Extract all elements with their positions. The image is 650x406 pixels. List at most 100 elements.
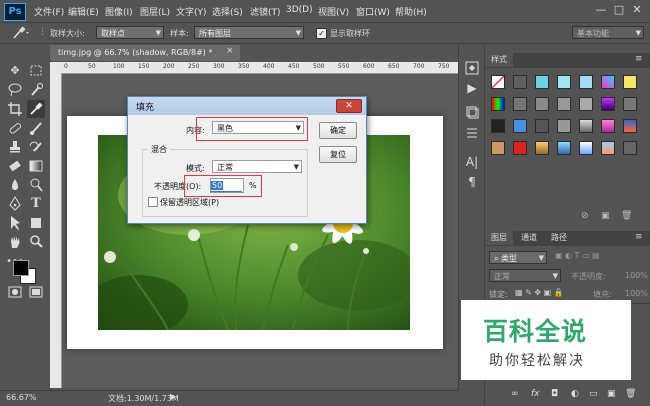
- adjustment-layer-icon[interactable]: ◐: [571, 389, 579, 399]
- menu-select[interactable]: 选择(S): [212, 5, 243, 18]
- screen-mode-icon[interactable]: [29, 286, 43, 298]
- style-swatch[interactable]: [579, 141, 593, 155]
- style-swatch[interactable]: [623, 75, 637, 89]
- tab-styles[interactable]: 样式: [485, 53, 513, 67]
- actions-panel-icon[interactable]: ▶: [465, 81, 479, 95]
- paragraph-panel-icon[interactable]: ¶: [465, 175, 479, 189]
- hand-tool-icon[interactable]: [6, 233, 24, 251]
- style-swatch[interactable]: [601, 119, 615, 133]
- panel-menu-icon[interactable]: ≡: [635, 232, 643, 242]
- style-swatch[interactable]: [601, 97, 615, 111]
- zoom-level[interactable]: 66.67%: [6, 393, 37, 402]
- zoom-tool-icon[interactable]: [27, 233, 45, 251]
- show-ring-checkbox[interactable]: ✓: [316, 28, 327, 39]
- menu-layer[interactable]: 图层(L): [140, 5, 170, 18]
- workspace-select[interactable]: 基本功能 ▼: [572, 26, 644, 39]
- quick-mask-icon[interactable]: [8, 286, 22, 298]
- character-panel-icon[interactable]: A|: [465, 155, 479, 169]
- menu-view[interactable]: 视图(V): [318, 5, 349, 18]
- healing-brush-tool-icon[interactable]: [6, 119, 24, 137]
- crop-tool-icon[interactable]: [6, 100, 24, 118]
- style-swatch[interactable]: [557, 97, 571, 111]
- sample-size-select[interactable]: 取样点 ▼: [96, 26, 164, 39]
- delete-style-icon[interactable]: 🗑: [621, 211, 632, 221]
- panel-menu-icon[interactable]: ≡: [635, 54, 643, 64]
- style-swatch-none[interactable]: [491, 75, 505, 89]
- new-layer-icon[interactable]: ▣: [607, 389, 616, 399]
- clone-stamp-tool-icon[interactable]: [6, 138, 24, 156]
- blur-tool-icon[interactable]: [6, 176, 24, 194]
- style-swatch[interactable]: [623, 141, 637, 155]
- layer-filter-icons[interactable]: ▣ ◐ T ▭ ▤: [555, 251, 600, 260]
- style-swatch[interactable]: [535, 141, 549, 155]
- sample-select[interactable]: 所有图层 ▼: [194, 26, 304, 39]
- history-panel-icon[interactable]: [465, 61, 479, 75]
- eyedropper-preset-icon[interactable]: [10, 25, 30, 41]
- menu-help[interactable]: 帮助(H): [395, 5, 427, 18]
- close-window-icon[interactable]: ✕: [630, 3, 644, 17]
- delete-layer-icon[interactable]: 🗑: [625, 389, 636, 399]
- menu-window[interactable]: 窗口(W): [356, 5, 390, 18]
- tab-channels[interactable]: 通道: [515, 231, 543, 245]
- style-swatch[interactable]: [513, 141, 527, 155]
- style-swatch[interactable]: [601, 141, 615, 155]
- menu-filter[interactable]: 滤镜(T): [250, 5, 281, 18]
- style-swatch[interactable]: [513, 75, 527, 89]
- quick-select-tool-icon[interactable]: [27, 81, 45, 99]
- new-style-icon[interactable]: ▣: [601, 211, 610, 221]
- link-layers-icon[interactable]: ∞: [511, 389, 519, 399]
- style-swatch[interactable]: [557, 141, 571, 155]
- tab-layers[interactable]: 图层: [485, 231, 513, 245]
- style-swatch[interactable]: [557, 75, 571, 89]
- style-swatch[interactable]: [557, 119, 571, 133]
- reset-button[interactable]: 复位: [319, 146, 357, 163]
- style-swatch[interactable]: [623, 119, 637, 133]
- clear-style-icon[interactable]: ⊘: [581, 211, 589, 221]
- style-swatch[interactable]: [491, 119, 505, 133]
- style-swatch[interactable]: [535, 119, 549, 133]
- dialog-titlebar[interactable]: 填充 ✕: [128, 97, 366, 115]
- properties-panel-icon[interactable]: [465, 125, 479, 139]
- style-swatch[interactable]: [513, 97, 527, 111]
- layer-style-icon[interactable]: fx: [531, 389, 540, 399]
- lock-icons[interactable]: ▦ ✎ ✥ ▣ 🔒: [515, 288, 564, 297]
- dodge-tool-icon[interactable]: [27, 176, 45, 194]
- menu-file[interactable]: 文件(F): [34, 5, 64, 18]
- eraser-tool-icon[interactable]: [6, 157, 24, 175]
- style-swatch[interactable]: [579, 119, 593, 133]
- close-tab-icon[interactable]: ×: [226, 46, 234, 56]
- add-mask-icon[interactable]: ◘: [551, 389, 558, 399]
- style-swatch[interactable]: [579, 75, 593, 89]
- path-selection-tool-icon[interactable]: [6, 214, 24, 232]
- history-brush-tool-icon[interactable]: [27, 138, 45, 156]
- pen-tool-icon[interactable]: [6, 195, 24, 213]
- layer-comps-panel-icon[interactable]: [465, 105, 479, 119]
- style-swatch[interactable]: [513, 119, 527, 133]
- foreground-color-swatch[interactable]: [13, 260, 29, 276]
- menu-type[interactable]: 文字(Y): [176, 5, 207, 18]
- style-swatch[interactable]: [491, 97, 505, 111]
- maximize-icon[interactable]: □: [612, 3, 626, 17]
- gradient-tool-icon[interactable]: [27, 157, 45, 175]
- brush-tool-icon[interactable]: [27, 119, 45, 137]
- preserve-transparency-checkbox[interactable]: [148, 197, 158, 207]
- eyedropper-tool-icon[interactable]: [27, 100, 45, 118]
- style-swatch[interactable]: [579, 97, 593, 111]
- opacity-value[interactable]: 100%: [625, 271, 648, 280]
- type-tool-icon[interactable]: T: [27, 195, 45, 213]
- move-tool-icon[interactable]: ✥: [6, 62, 24, 80]
- menu-image[interactable]: 图像(I): [105, 5, 133, 18]
- ok-button[interactable]: 确定: [319, 122, 357, 139]
- lasso-tool-icon[interactable]: [6, 81, 24, 99]
- layer-kind-filter[interactable]: ⌕ 类型 ▼: [489, 251, 547, 264]
- style-swatch[interactable]: [601, 75, 615, 89]
- tab-paths[interactable]: 路径: [545, 231, 573, 245]
- menu-edit[interactable]: 编辑(E): [68, 5, 99, 18]
- document-tab[interactable]: timg.jpg @ 66.7% (shadow, RGB/8#) *: [50, 45, 240, 61]
- dialog-close-icon[interactable]: ✕: [336, 99, 362, 113]
- style-swatch[interactable]: [535, 97, 549, 111]
- new-group-icon[interactable]: ▭: [589, 389, 598, 399]
- rectangle-tool-icon[interactable]: [27, 214, 45, 232]
- menu-3d[interactable]: 3D(D): [286, 5, 313, 15]
- blend-mode-select[interactable]: 正常 ▼: [489, 269, 561, 282]
